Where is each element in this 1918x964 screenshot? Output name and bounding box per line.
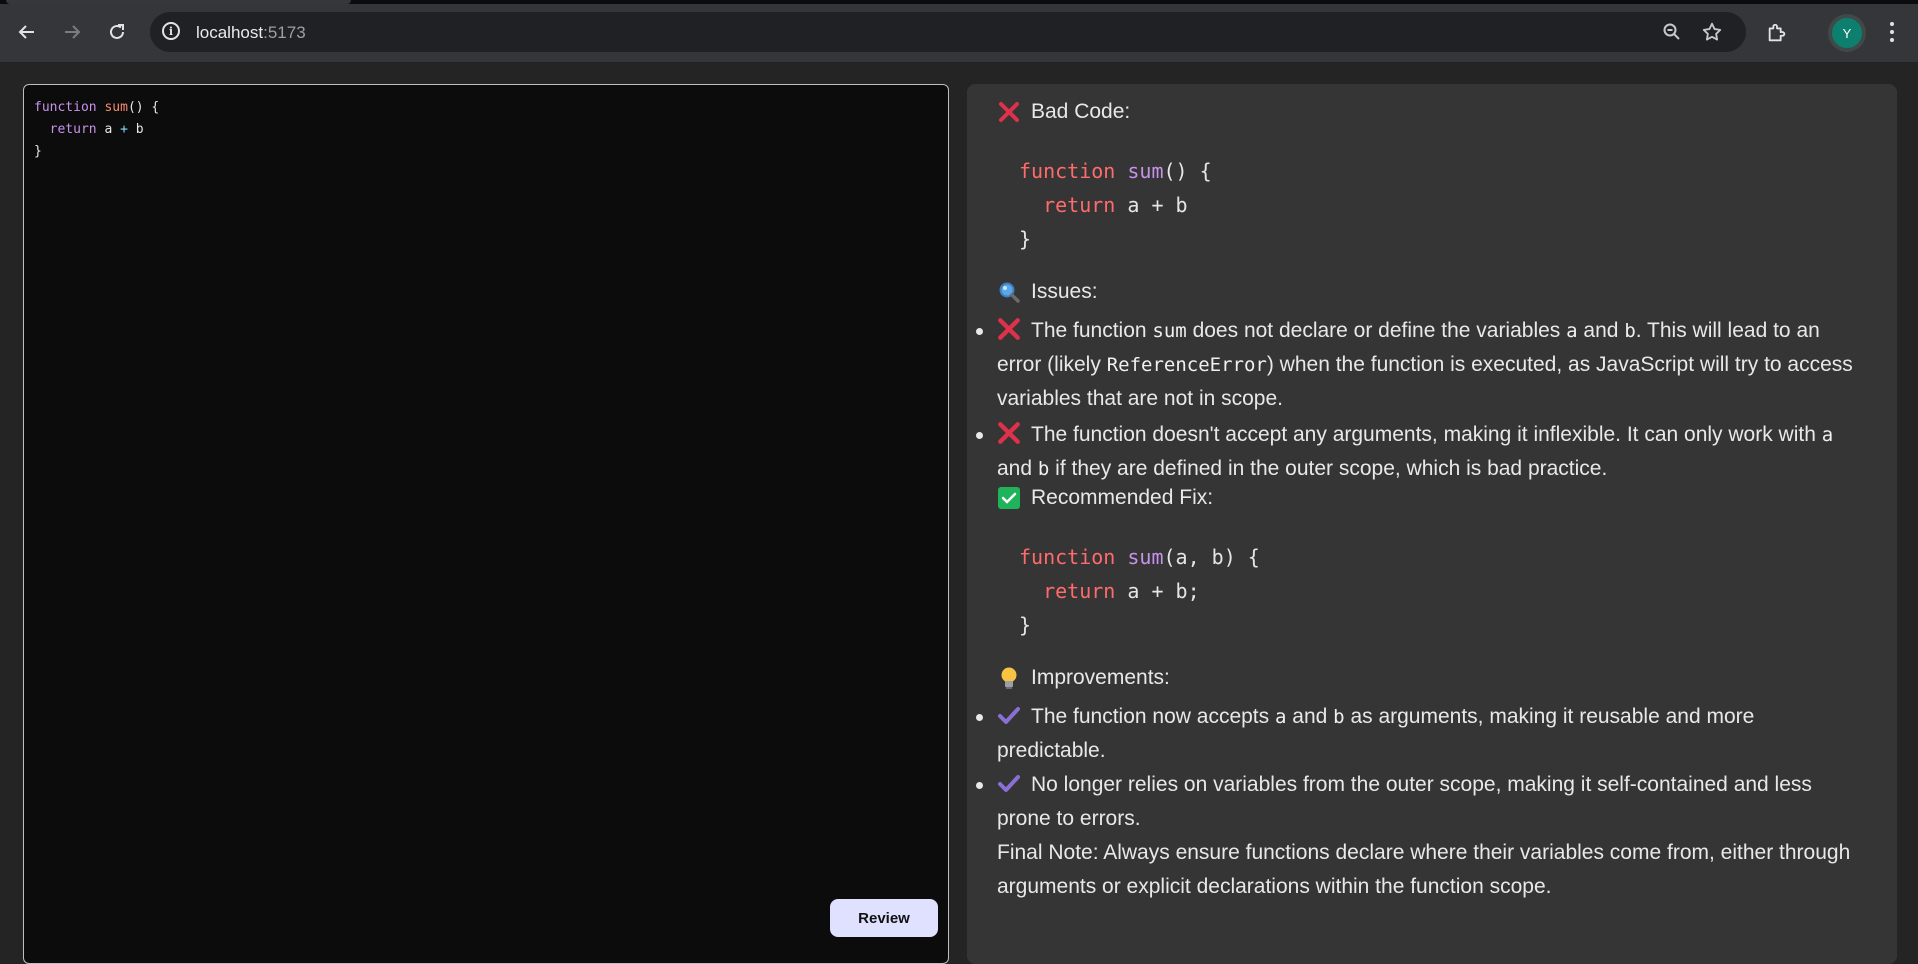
code-token: function [1019,545,1128,569]
cross-mark-icon [997,100,1021,124]
extensions-icon[interactable] [1766,22,1788,44]
code-token: } [34,144,42,159]
bookmark-star-icon[interactable] [1700,20,1724,44]
light-bulb-icon [997,666,1021,690]
inline-code: a [1274,706,1287,728]
issue-item: The function doesn't accept any argument… [976,418,1857,486]
code-editor[interactable]: function sum() { return a + b } Review [23,84,949,964]
check-box-icon [997,486,1021,510]
inline-code: b [1333,706,1345,728]
code-token: a + b [1115,193,1188,217]
address-bar[interactable]: i localhost:5173 [150,12,1746,52]
cross-mark-icon [998,422,1020,444]
editor-code[interactable]: function sum() { return a + b } [34,97,159,163]
improvement-item: The function now accepts a and b as argu… [976,700,1857,768]
text-run: if they are defined in the outer scope, … [1049,457,1608,480]
inline-code: b [1037,458,1050,480]
review-button[interactable]: Review [830,899,938,937]
improvement-item: No longer relies on variables from the o… [976,768,1857,836]
code-token: a [96,122,121,137]
inline-code: sum [1152,320,1187,342]
site-info-icon[interactable]: i [162,22,180,40]
code-token: + [120,122,128,137]
code-token: return [1043,193,1116,217]
reload-button[interactable] [103,18,131,46]
url-text[interactable]: localhost:5173 [196,23,306,43]
code-token: } [1019,613,1032,637]
inline-code: ReferenceError [1106,354,1267,376]
inline-code: a [1566,320,1578,342]
code-token: return [1043,579,1116,603]
recommended-fix-heading: Recommended Fix: [997,486,1213,510]
issue-item: The function sum does not declare or def… [976,314,1857,416]
issues-heading: Issues: [997,280,1098,304]
reload-icon [110,24,124,39]
inline-code: a [1821,424,1834,446]
final-note: Final Note: Always ensure functions decl… [997,841,1851,898]
zoom-icon[interactable] [1660,20,1684,44]
code-token: a + b; [1115,579,1200,603]
text-run: and [1286,705,1334,728]
text-run: The function [1031,319,1153,342]
text-run: The function doesn't accept any argument… [1031,423,1822,446]
back-button[interactable] [13,18,41,46]
code-token: return [49,122,97,137]
inline-code: b [1624,320,1636,342]
bad-code-block: function sum() { return a + b } [1019,154,1212,256]
code-token: b [127,122,144,137]
code-token: () { [127,100,160,115]
arrow-left-icon [18,25,34,39]
check-mark-icon [998,775,1020,792]
code-token: sum [104,100,128,115]
bad-code-heading: Bad Code: [997,100,1130,124]
fix-code-block: function sum(a, b) { return a + b; } [1019,540,1260,642]
review-panel: Bad Code: function sum() { return a + b … [967,84,1897,964]
code-token: () { [1163,159,1212,183]
arrow-right-icon [65,25,81,39]
improvements-heading: Improvements: [997,666,1170,690]
code-token: } [1019,227,1032,251]
code-token: sum [1127,159,1164,183]
magnifier-icon [997,280,1021,304]
text-run: and [997,457,1038,480]
code-token: (a, b) { [1163,545,1260,569]
code-token: function [1019,159,1128,183]
code-token: function [34,100,105,115]
text-run: No longer relies on variables from the o… [997,773,1812,830]
text-run: does not declare or define the variables [1186,319,1567,342]
browser-menu-icon[interactable] [1888,22,1896,46]
check-mark-icon [998,707,1020,724]
text-run: and [1577,319,1625,342]
code-token: sum [1127,545,1164,569]
cross-mark-icon [998,318,1020,340]
profile-avatar[interactable]: Y [1832,18,1862,48]
text-run: The function now accepts [1031,705,1275,728]
browser-toolbar: i localhost:5173 Y [0,4,1918,63]
forward-button[interactable] [58,18,86,46]
